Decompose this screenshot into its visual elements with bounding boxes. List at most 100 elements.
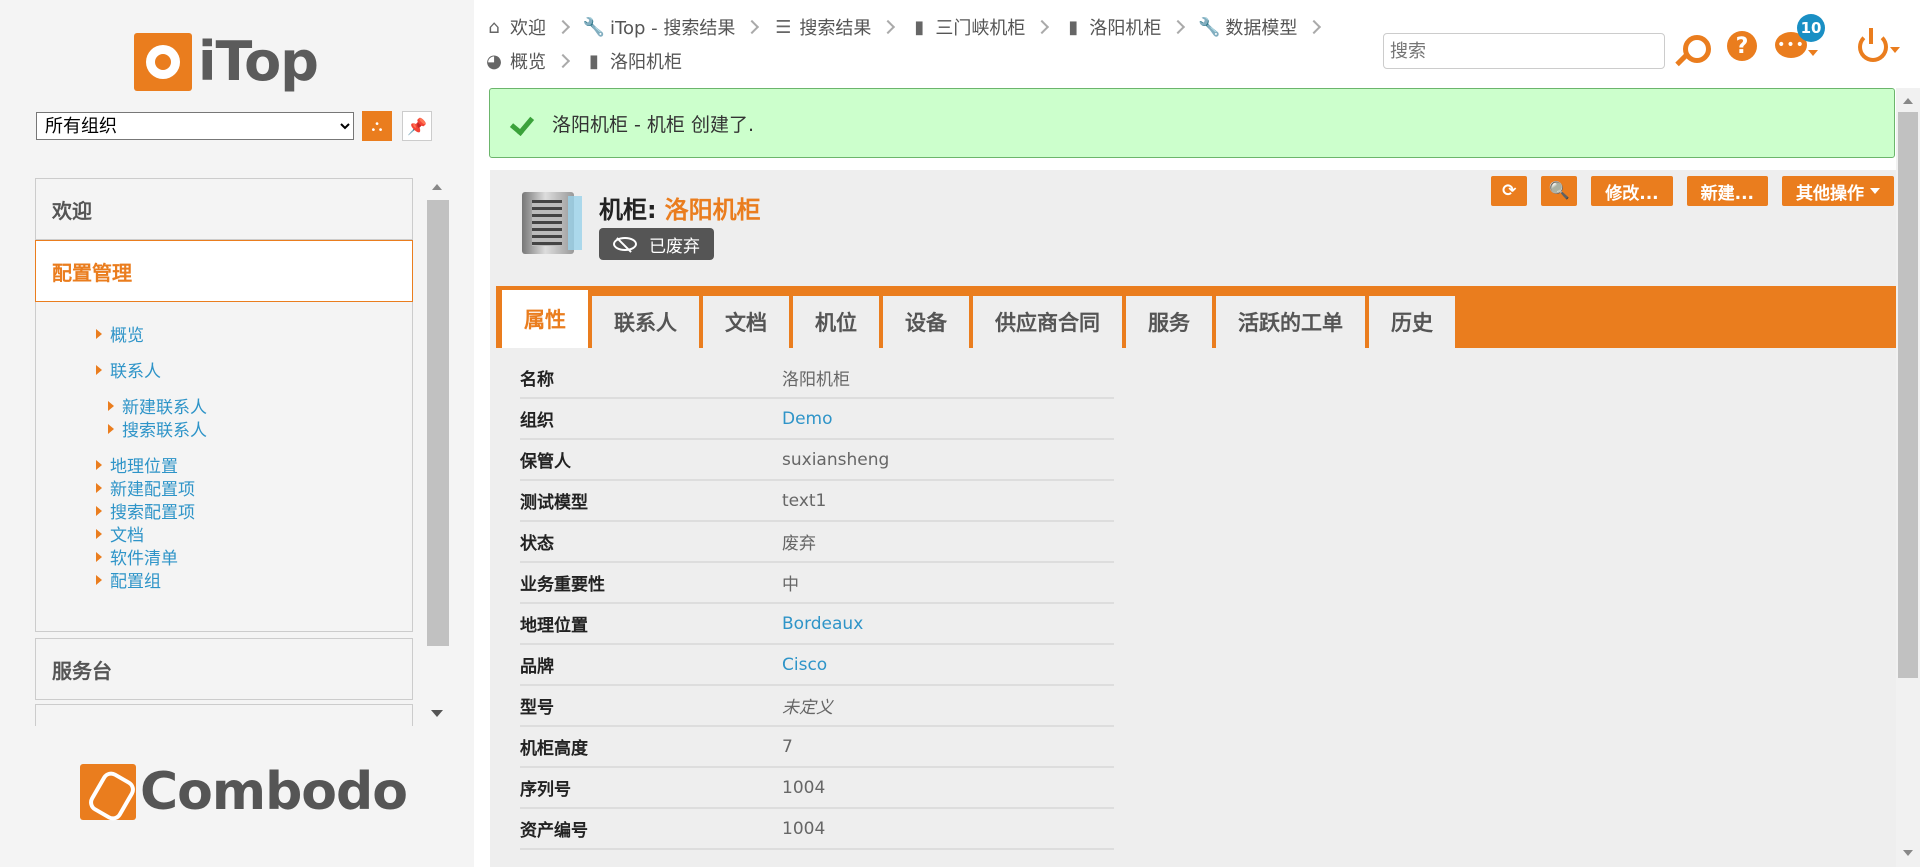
property-label: 机柜高度 (520, 739, 588, 759)
menu-scrollbar-thumb[interactable] (427, 200, 449, 646)
property-value: 废弃 (782, 534, 816, 554)
breadcrumb-search-results-itop[interactable]: 🔧 iTop - 搜索结果 (582, 14, 736, 40)
page-scrollbar-thumb[interactable] (1898, 112, 1918, 678)
tab-documents[interactable]: 文档 (703, 296, 789, 348)
tab-properties[interactable]: 属性 (502, 290, 588, 348)
property-label: 状态 (520, 534, 554, 554)
breadcrumb-sanmenxia-rack[interactable]: ▮ 三门峡机柜 (909, 14, 1025, 40)
menu-item-overview[interactable]: 概览 (36, 322, 412, 346)
property-value-link[interactable]: Bordeaux (782, 614, 863, 634)
menu-item-new-contact[interactable]: 新建联系人 (36, 394, 412, 418)
tab-contacts[interactable]: 联系人 (592, 296, 699, 348)
menu-item-contacts[interactable]: 联系人 (36, 358, 412, 382)
scroll-up-icon[interactable] (1903, 98, 1913, 104)
property-row: 组织 Demo (520, 399, 1114, 440)
property-row: 序列号 1004 (520, 768, 1114, 809)
tab-services[interactable]: 服务 (1126, 296, 1212, 348)
menu-item-documents[interactable]: 文档 (36, 522, 412, 546)
left-pane: iTop 所有组织 ⛬ 📌 欢迎 配置管理 概览 联系人 新建联系人 搜索联系人… (0, 0, 474, 867)
menu-service-desk[interactable]: 服务台 (35, 638, 413, 700)
combodo-logo[interactable]: Combodo (80, 762, 408, 822)
scroll-up-icon[interactable] (432, 184, 442, 190)
menu-item-software[interactable]: 软件清单 (36, 545, 412, 569)
search-input[interactable] (1383, 33, 1665, 69)
menu-item-new-ci[interactable]: 新建配置项 (36, 476, 412, 500)
alert-message: 洛阳机柜 - 机柜 创建了. (552, 113, 755, 136)
property-value: 7 (782, 736, 793, 757)
tab-active-tickets[interactable]: 活跃的工单 (1216, 296, 1365, 348)
tab-slots[interactable]: 机位 (793, 296, 879, 348)
help-icon[interactable]: ? (1727, 31, 1757, 61)
search-icon: 🔍 (1548, 181, 1570, 201)
new-button[interactable]: 新建... (1686, 176, 1768, 206)
breadcrumb-luoyang-rack[interactable]: ▮ 洛阳机柜 (1063, 14, 1161, 40)
edit-button[interactable]: 修改... (1591, 176, 1673, 206)
breadcrumb-luoyang-rack-current[interactable]: ▮ 洛阳机柜 (584, 48, 682, 74)
search-icon[interactable] (1671, 31, 1711, 71)
pie-chart-icon: ◕ (486, 50, 502, 72)
property-value-link[interactable]: Cisco (782, 655, 827, 675)
menu-item-label: 文档 (110, 526, 144, 546)
pin-icon: 📌 (407, 116, 427, 136)
checkmark-icon (512, 111, 536, 135)
property-value: suxiansheng (782, 449, 890, 470)
wrench-icon: 🔧 (1198, 16, 1221, 38)
pin-button[interactable]: 📌 (402, 111, 432, 141)
chevron-down-icon[interactable] (1890, 47, 1900, 53)
property-row: 品牌 Cisco (520, 645, 1114, 686)
chevron-right-icon (881, 19, 896, 35)
breadcrumb-overview[interactable]: ◕ 概览 (484, 48, 546, 74)
wrench-icon: 🔧 (582, 16, 606, 38)
list-icon: ☰ (775, 16, 792, 38)
org-tree-button[interactable]: ⛬ (362, 111, 392, 141)
hierarchy-icon: ⛬ (371, 116, 383, 135)
other-actions-button[interactable]: 其他操作 (1782, 176, 1894, 206)
rack-icon: ▮ (1068, 16, 1079, 38)
organization-select[interactable]: 所有组织 (36, 112, 354, 140)
property-value-link[interactable]: Demo (782, 409, 833, 429)
status-badge-label: 已废弃 (649, 236, 700, 257)
menu-item-label: 搜索配置项 (110, 503, 195, 523)
tab-history[interactable]: 历史 (1369, 296, 1455, 348)
menu-item-config-groups[interactable]: 配置组 (36, 568, 412, 592)
property-label: 名称 (520, 370, 554, 390)
breadcrumb-label: 洛阳机柜 (1089, 18, 1162, 39)
tab-devices[interactable]: 设备 (883, 296, 969, 348)
menu-config-management[interactable]: 配置管理 (35, 240, 413, 302)
chevron-right-icon (555, 19, 571, 35)
arrow-right-icon (108, 423, 114, 434)
menu-item-search-ci[interactable]: 搜索配置项 (36, 499, 412, 523)
chevron-down-icon[interactable] (1808, 50, 1818, 56)
breadcrumb-welcome[interactable]: ⌂ 欢迎 (484, 14, 546, 40)
breadcrumb-search-results[interactable]: ☰ 搜索结果 (773, 14, 871, 40)
itop-logo-icon (134, 32, 192, 91)
scroll-down-icon[interactable] (1903, 850, 1913, 856)
property-label: 品牌 (520, 657, 554, 677)
menu-welcome[interactable]: 欢迎 (35, 178, 413, 240)
breadcrumb-data-model[interactable]: 🔧 数据模型 (1198, 14, 1298, 40)
arrow-right-icon (96, 505, 102, 516)
refresh-icon: ⟳ (1502, 181, 1517, 201)
menu-scrollbar[interactable] (426, 180, 449, 726)
breadcrumb-label: 洛阳机柜 (610, 52, 682, 73)
chevron-right-icon (1171, 19, 1186, 35)
property-value: 洛阳机柜 (782, 370, 850, 390)
menu-item-search-contacts[interactable]: 搜索联系人 (36, 417, 412, 441)
scroll-down-icon[interactable] (431, 710, 443, 717)
notification-count-badge: 10 (1797, 14, 1825, 42)
tab-bar: 属性 联系人 文档 机位 设备 供应商合同 服务 活跃的工单 历史 (496, 286, 1896, 348)
breadcrumb-label: 数据模型 (1225, 18, 1298, 39)
property-label: 型号 (520, 698, 554, 718)
menu-item-locations[interactable]: 地理位置 (36, 453, 412, 477)
arrow-right-icon (96, 551, 102, 562)
success-alert: 洛阳机柜 - 机柜 创建了. (489, 88, 1895, 158)
refresh-button[interactable]: ⟳ (1491, 176, 1528, 206)
power-icon[interactable] (1855, 28, 1889, 62)
object-panel: 机柜: 洛阳机柜 已废弃 ⟳ 🔍 修改... 新建... 其他操作 属性 联系人… (490, 170, 1896, 867)
menu-next-section[interactable] (35, 704, 413, 726)
itop-logo-text: iTop (198, 30, 319, 93)
tab-supplier-contracts[interactable]: 供应商合同 (973, 296, 1122, 348)
page-scrollbar[interactable] (1896, 88, 1920, 867)
search-object-button[interactable]: 🔍 (1541, 176, 1578, 206)
itop-logo[interactable]: iTop (134, 30, 319, 93)
